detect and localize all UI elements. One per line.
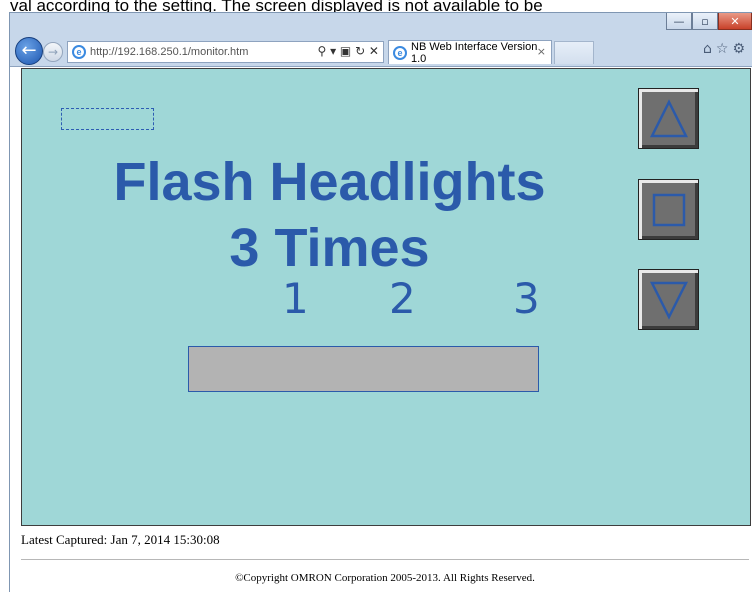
close-window-button[interactable]: ✕ xyxy=(718,13,752,30)
forward-button[interactable]: → xyxy=(43,42,63,62)
up-button[interactable] xyxy=(638,88,699,149)
address-bar[interactable]: e http://192.168.250.1/monitor.htm ⚲ ▾ ▣… xyxy=(67,41,384,63)
tab-close-icon[interactable]: × xyxy=(537,45,546,58)
flash-progress-bar xyxy=(188,346,539,392)
browser-toolbar: ← → e http://192.168.250.1/monitor.htm ⚲… xyxy=(10,33,752,67)
latest-captured-text: Latest Captured: Jan 7, 2014 15:30:08 xyxy=(21,532,220,547)
browser-tools-icons[interactable]: ⌂☆⚙ xyxy=(703,41,749,57)
focus-frame[interactable] xyxy=(61,108,154,130)
footer-divider xyxy=(21,559,749,560)
stop-button[interactable] xyxy=(638,179,699,240)
new-tab-button[interactable] xyxy=(554,41,594,64)
arrow-right-icon: → xyxy=(47,45,59,59)
back-button[interactable]: ← xyxy=(15,37,43,65)
headline-line-2: 3 Times xyxy=(229,218,430,278)
url-host: http://192.168.250.1/ xyxy=(90,46,191,58)
page-viewport: Flash Headlights 3 Times 1 2 3 Latest Ca… xyxy=(10,66,752,592)
tab-title: NB Web Interface Version 1.0 xyxy=(411,40,538,65)
maximize-button[interactable]: ▫ xyxy=(692,13,718,30)
copyright-text: ©Copyright OMRON Corporation 2005-2013. … xyxy=(235,572,535,584)
window-controls: — ▫ ✕ xyxy=(666,13,752,31)
tab-nb-web-interface[interactable]: e NB Web Interface Version 1.0 × xyxy=(388,40,552,65)
hmi-screen: Flash Headlights 3 Times 1 2 3 xyxy=(21,68,751,526)
headline: Flash Headlights 3 Times xyxy=(22,149,637,281)
ie-tab-icon: e xyxy=(393,45,407,60)
triangle-down-icon xyxy=(649,281,688,320)
arrow-left-icon: ← xyxy=(21,40,37,61)
count-label-3: 3 xyxy=(513,274,540,323)
down-button[interactable] xyxy=(638,269,699,330)
square-icon xyxy=(652,193,685,226)
minimize-button[interactable]: — xyxy=(666,13,692,30)
count-label-1: 1 xyxy=(282,274,309,323)
browser-window: — ▫ ✕ ← → e http://192.168.250.1/monitor… xyxy=(9,12,752,592)
address-tools-icon[interactable]: ⚲ ▾ ▣ ↻ ✕ xyxy=(317,44,379,58)
count-label-2: 2 xyxy=(389,274,416,323)
headline-line-1: Flash Headlights xyxy=(113,152,546,212)
triangle-up-icon xyxy=(649,98,688,137)
ie-logo-icon: e xyxy=(72,45,86,59)
url-path: monitor.htm xyxy=(190,46,249,58)
